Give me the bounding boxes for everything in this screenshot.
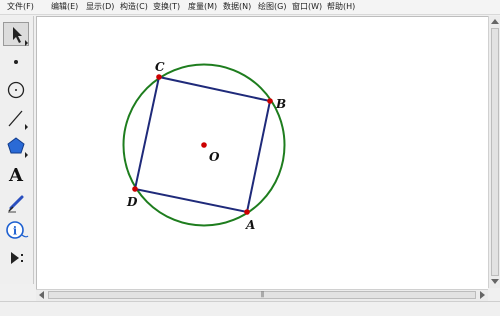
- arrow-icon: [13, 27, 28, 46]
- scroll-right-arrow-icon[interactable]: [480, 291, 485, 299]
- svg-text:i: i: [13, 225, 17, 238]
- scroll-left-arrow-icon[interactable]: [39, 291, 44, 299]
- label-o[interactable]: O: [209, 150, 220, 164]
- point-icon: [14, 60, 18, 64]
- point-o[interactable]: [201, 142, 207, 148]
- point-d[interactable]: [132, 186, 138, 192]
- marker-pen-icon: [8, 195, 24, 213]
- text-tool[interactable]: A: [3, 162, 29, 186]
- menu-construct[interactable]: 构造(C): [120, 0, 148, 14]
- information-tool[interactable]: i: [3, 218, 29, 242]
- menu-data[interactable]: 数据(N): [223, 0, 251, 14]
- scroll-down-arrow-icon[interactable]: [491, 279, 499, 284]
- vertical-scroll-thumb[interactable]: [491, 28, 499, 276]
- arrow-tool[interactable]: [3, 22, 29, 46]
- marker-tool[interactable]: [3, 190, 29, 214]
- geometry-figure: A B C D O: [122, 60, 286, 232]
- menu-display[interactable]: 显示(D): [86, 0, 114, 14]
- label-b[interactable]: B: [275, 97, 286, 111]
- status-bar: [0, 301, 500, 316]
- sketch-canvas[interactable]: A B C D O: [36, 16, 488, 289]
- custom-tool[interactable]: [3, 246, 29, 270]
- toolbox: A i: [0, 16, 34, 284]
- menu-window[interactable]: 窗口(W): [292, 0, 322, 14]
- point-c[interactable]: [156, 74, 162, 80]
- menu-file[interactable]: 文件(F): [7, 0, 34, 14]
- polygon-tool[interactable]: [3, 134, 29, 158]
- menu-measure[interactable]: 度量(M): [188, 0, 217, 14]
- menu-graph[interactable]: 绘图(G): [258, 0, 286, 14]
- scroll-grip: |||: [260, 291, 264, 298]
- menu-transform[interactable]: 变换(T): [153, 0, 180, 14]
- polygon-icon: [7, 137, 28, 158]
- horizontal-scrollbar[interactable]: |||: [36, 289, 488, 301]
- play-custom-icon: [11, 252, 23, 264]
- label-d[interactable]: D: [126, 195, 138, 209]
- horizontal-scroll-thumb[interactable]: |||: [48, 291, 476, 299]
- line-segment-icon: [8, 110, 28, 130]
- compass-tool[interactable]: [3, 78, 29, 102]
- scroll-up-arrow-icon[interactable]: [491, 19, 499, 24]
- info-icon: i: [6, 221, 29, 239]
- menu-bar: 文件(F) 编辑(E) 显示(D) 构造(C) 变换(T) 度量(M) 数据(N…: [0, 0, 500, 15]
- label-a[interactable]: A: [245, 218, 255, 232]
- menu-edit[interactable]: 编辑(E): [51, 0, 78, 14]
- svg-text:A: A: [8, 165, 24, 186]
- label-c[interactable]: C: [155, 60, 165, 74]
- straightedge-tool[interactable]: [3, 106, 29, 130]
- compass-circle-icon: [7, 81, 25, 99]
- vertical-scrollbar[interactable]: [488, 16, 500, 288]
- point-a[interactable]: [244, 209, 250, 215]
- menu-help[interactable]: 帮助(H): [327, 0, 355, 14]
- point-tool[interactable]: [3, 50, 29, 74]
- text-a-icon: A: [8, 165, 24, 186]
- point-b[interactable]: [267, 98, 273, 104]
